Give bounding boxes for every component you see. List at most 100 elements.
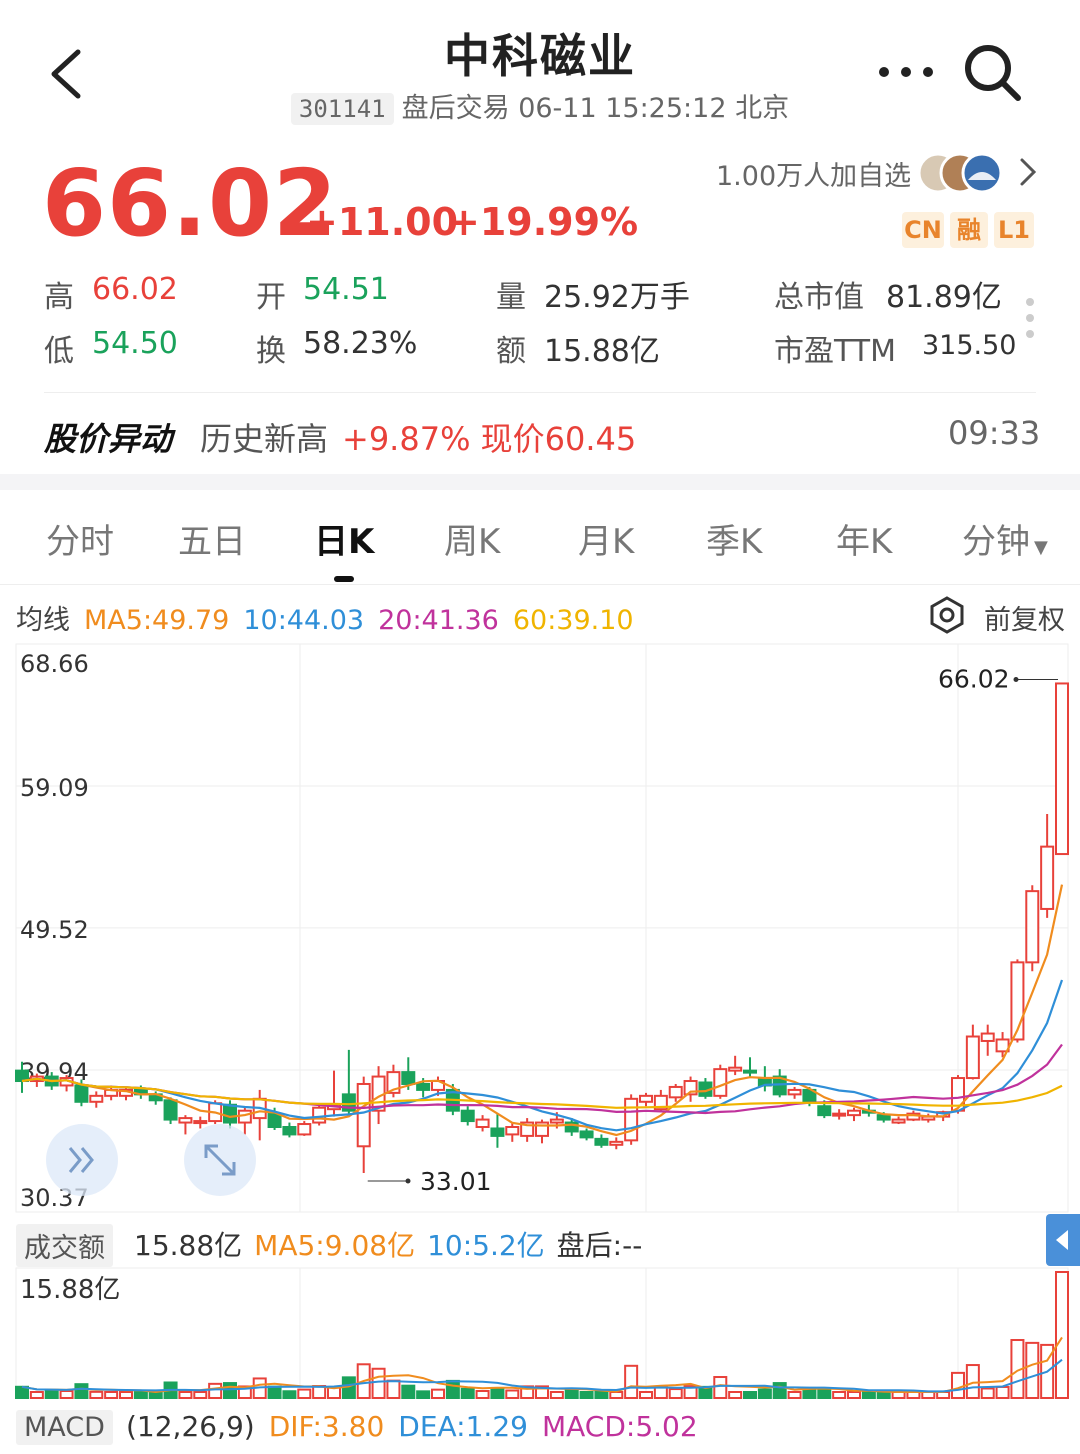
tab-five-day[interactable]: 五日: [178, 514, 246, 563]
volume-bar: [475, 1390, 490, 1400]
candle-body: [549, 1118, 564, 1124]
volume-after-hours: 盘后:--: [556, 1229, 643, 1262]
turnover-label: 换: [256, 334, 286, 369]
volume-ma5: MA5:9.08亿: [254, 1229, 416, 1262]
volume-bar: [1055, 1271, 1069, 1399]
candle-body: [312, 1106, 327, 1124]
candle-body: [787, 1088, 802, 1096]
high-label: 高: [44, 280, 74, 315]
ma60-value: 60:39.10: [512, 605, 634, 636]
macd-legend: (12,26,9) DIF:3.80 DEA:1.29 MACD:5.02: [126, 1410, 712, 1443]
expand-button[interactable]: [46, 1124, 118, 1196]
stock-subtitle: 301141 盘后交易 06-11 15:25:12 北京: [0, 86, 1080, 125]
tab-yearly-k[interactable]: 年K: [836, 514, 892, 563]
pe-label: 市盈TTM: [774, 334, 897, 369]
ma-legend: 均线 MA5:49.79 10:44.03 20:41.36 60:39.10: [16, 598, 648, 637]
volume-bar: [29, 1391, 44, 1399]
volume-chart[interactable]: 15.88亿: [0, 1266, 1080, 1402]
divider: [44, 392, 1036, 393]
volume-bar: [847, 1391, 861, 1399]
candle-body: [579, 1130, 594, 1139]
price-change: +11.00: [306, 200, 459, 244]
y-tick-label: 59.09: [20, 774, 89, 802]
low-label: 低: [44, 334, 74, 369]
tab-weekly-k[interactable]: 周K: [444, 514, 500, 563]
candle-body: [89, 1094, 104, 1103]
more-stats-icon[interactable]: [1024, 296, 1036, 340]
y-tick-label: 49.52: [20, 916, 89, 944]
candlestick-chart[interactable]: 68.6659.0949.5239.9430.3766.0233.01: [0, 640, 1080, 1220]
candle-body: [193, 1120, 208, 1125]
volume-bar: [44, 1388, 59, 1399]
volume-bar: [267, 1385, 282, 1399]
volume-bar: [980, 1387, 995, 1400]
caret-down-icon: ▼: [1034, 537, 1048, 558]
macd-indicator-label[interactable]: MACD: [16, 1410, 113, 1445]
open-label: 开: [256, 280, 286, 315]
candle-body: [965, 1035, 980, 1080]
volume-bar: [59, 1390, 74, 1400]
fullscreen-button[interactable]: [184, 1124, 256, 1196]
candle-body: [416, 1082, 431, 1091]
volume-bar: [609, 1391, 624, 1399]
candle-body: [490, 1127, 505, 1137]
candle-body: [401, 1071, 416, 1085]
volume-bar: [876, 1391, 891, 1399]
price-alert-change[interactable]: +9.87% 现价60.45: [342, 414, 636, 460]
ma10-value: 10:44.03: [243, 605, 365, 636]
candle-body: [475, 1118, 490, 1129]
watchers-count[interactable]: 1.00万人加自选: [716, 154, 911, 193]
volume-bar: [193, 1391, 208, 1399]
volume-bar: [505, 1389, 520, 1399]
chevron-right-icon[interactable]: [1016, 156, 1040, 188]
volume-axis-max: 15.88亿: [20, 1275, 120, 1305]
trading-status: 盘后交易 06-11 15:25:12 北京: [401, 93, 790, 124]
candle-body: [847, 1109, 861, 1117]
avatar-group[interactable]: [918, 150, 1008, 196]
amount-value: 15.88亿: [544, 334, 660, 369]
candle-body: [891, 1118, 906, 1124]
volume-ma10: 10:5.2亿: [427, 1229, 545, 1262]
margin-tag: 融: [950, 212, 988, 248]
volume-indicator-label[interactable]: 成交额: [16, 1224, 113, 1267]
price-alert-text[interactable]: 历史新高: [200, 414, 328, 460]
tab-monthly-k[interactable]: 月K: [578, 514, 634, 563]
volume-bar: [817, 1388, 832, 1399]
volume-bar: [282, 1390, 297, 1399]
candle-body: [832, 1112, 847, 1117]
volume-bar: [579, 1391, 594, 1399]
macd-dea: DEA:1.29: [398, 1410, 528, 1443]
volume-bar: [787, 1391, 802, 1399]
tab-quarterly-k[interactable]: 季K: [706, 514, 762, 563]
price-change-pct: +19.99%: [448, 200, 639, 244]
search-icon[interactable]: [960, 40, 1026, 106]
volume-bar: [178, 1391, 193, 1399]
volume-bar: [757, 1388, 772, 1399]
tab-daily-k[interactable]: 日K: [314, 514, 374, 563]
tab-minute[interactable]: 分钟 ▼: [962, 514, 1048, 563]
market-tag-cn: CN: [902, 212, 944, 248]
candle-body: [223, 1103, 237, 1124]
tab-intraday[interactable]: 分时: [46, 514, 114, 563]
volume-ma5-line: [21, 1336, 1063, 1394]
level-tag: L1: [994, 212, 1034, 248]
candle-body: [1055, 682, 1069, 856]
volume-bar: [416, 1390, 431, 1399]
current-price: 66.02: [42, 150, 339, 257]
settings-icon[interactable]: [928, 596, 966, 634]
volume-bar: [104, 1391, 119, 1399]
macd-value: MACD:5.02: [541, 1410, 698, 1443]
collapse-panel-button[interactable]: [1046, 1214, 1080, 1266]
price-adjust-toggle[interactable]: 前复权: [984, 598, 1065, 637]
volume-bar: [668, 1388, 683, 1400]
ma5-value: MA5:49.79: [84, 605, 230, 636]
volume-bar: [490, 1386, 505, 1399]
volume-frame: [15, 1267, 1069, 1399]
macd-dif: DIF:3.80: [268, 1410, 385, 1443]
volume-label: 量: [496, 280, 526, 315]
macd-params: (12,26,9): [126, 1410, 255, 1443]
volume-bar: [594, 1391, 609, 1399]
candle-body: [609, 1140, 624, 1146]
more-icon[interactable]: [876, 60, 936, 84]
volume-bar: [89, 1390, 104, 1399]
